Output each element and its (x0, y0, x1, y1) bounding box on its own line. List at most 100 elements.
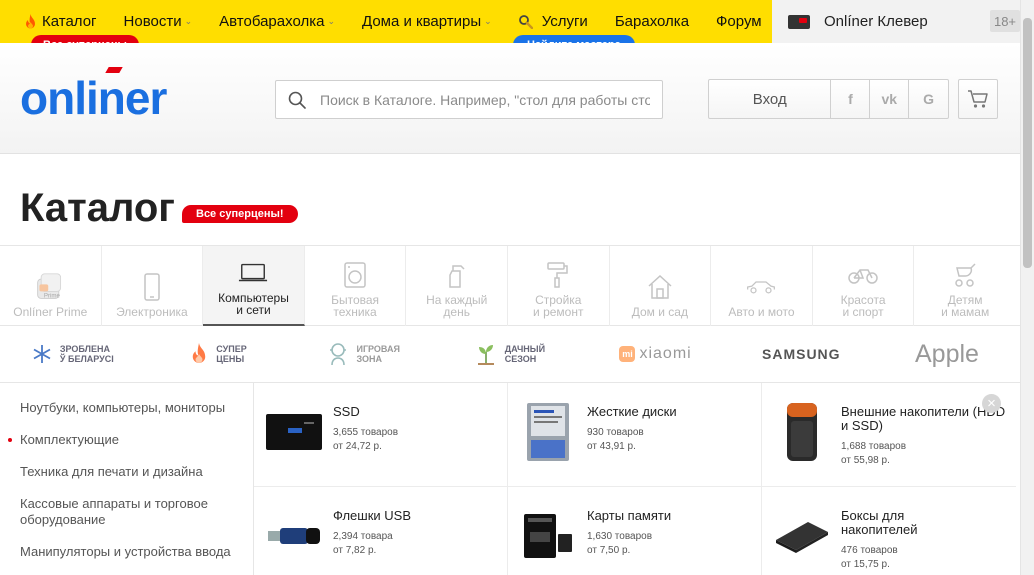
promo-text: Зроблена ў Беларусі (59, 344, 114, 364)
product-price: от 15,75 р. (841, 559, 890, 570)
promo-text: Игровая зона (356, 344, 400, 364)
memory-card-image (520, 505, 576, 567)
laptop-icon (238, 258, 268, 288)
tab-label: Onlíner Prime (13, 305, 88, 319)
sidebar: Ноутбуки, компьютеры, мониторы Комплекту… (0, 383, 254, 575)
gamer-icon (330, 343, 347, 366)
tab-label: Электроника (116, 305, 188, 319)
search-icon (288, 91, 306, 109)
onliner-logo[interactable]: onliner (20, 67, 167, 125)
promo-gaming-zone[interactable]: Игровая зона (291, 326, 437, 382)
samsung-logo: SAMSUNG (762, 346, 841, 362)
nav-news[interactable]: Новости ⌄ (124, 13, 193, 30)
washer-icon (340, 260, 370, 290)
wrench-icon (518, 14, 533, 29)
paint-roller-icon (543, 260, 573, 290)
external-drive-image (774, 401, 830, 463)
tab-label: Красота и спорт (840, 293, 886, 319)
tab-computers[interactable]: Компьютеры и сети (203, 246, 305, 326)
sidebar-item-printing[interactable]: Техника для печати и дизайна (20, 464, 240, 480)
google-icon[interactable]: G (909, 80, 948, 118)
nav-realty[interactable]: Дома и квартиры ⌄ (362, 13, 492, 30)
product-card-ssd[interactable]: SSD 3,655 товаров от 24,72 р. (254, 383, 508, 487)
tab-appliances[interactable]: Бытовая техника (305, 246, 407, 326)
promo-samsung[interactable]: SAMSUNG (728, 326, 874, 382)
sidebar-item-components[interactable]: Комплектующие (8, 432, 240, 448)
tab-label: Авто и мото (728, 305, 795, 319)
flame-icon (193, 342, 206, 363)
promo-super-prices[interactable]: Супер цены (146, 326, 292, 382)
page: Каталог Новости ⌄ Автобарахолка ⌄ Дома и… (0, 0, 1034, 575)
scrollbar-thumb[interactable] (1023, 18, 1032, 268)
tab-auto-moto[interactable]: Авто и мото (711, 246, 813, 326)
promo-text: Супер цены (216, 344, 247, 364)
cart-button[interactable] (958, 79, 998, 119)
auth-box: Вход f vk G (708, 79, 949, 119)
tab-everyday[interactable]: На каждый день (406, 246, 508, 326)
car-icon (746, 272, 776, 302)
promo-made-in-belarus[interactable]: Зроблена ў Беларусі (0, 326, 146, 382)
tab-construction[interactable]: Стройка и ремонт (508, 246, 610, 326)
product-count: 3,655 товаров (333, 427, 399, 438)
vk-icon[interactable]: vk (870, 80, 910, 118)
nav-catalog-label: Каталог (42, 13, 97, 30)
nav-catalog[interactable]: Каталог (24, 13, 97, 30)
sidebar-item-laptops[interactable]: Ноутбуки, компьютеры, мониторы (20, 400, 240, 416)
tab-beauty-sport[interactable]: Красота и спорт (813, 246, 915, 326)
product-card-usb-flash[interactable]: Флешки USB 2,394 товара от 7,82 р. (254, 487, 508, 575)
product-grid: SSD 3,655 товаров от 24,72 р. Жесткие ди… (254, 383, 1020, 575)
chevron-down-icon: ⌄ (184, 16, 193, 26)
title-superprice-badge[interactable]: Все суперцены! (182, 205, 298, 223)
spray-bottle-icon (442, 260, 472, 290)
facebook-icon[interactable]: f (831, 80, 871, 118)
search-box[interactable] (275, 80, 663, 119)
nav-baraholka[interactable]: Барахолка (615, 13, 689, 30)
tab-label: Дом и сад (631, 305, 688, 319)
product-card-memory-card[interactable]: Карты памяти 1,630 товаров от 7,50 р. (508, 487, 762, 575)
close-icon[interactable]: × (982, 394, 1001, 413)
tab-kids[interactable]: Детям и мамам (914, 246, 1016, 326)
flame-icon (26, 13, 35, 28)
svg-text:Prime: Prime (44, 293, 61, 300)
card-icon (788, 14, 810, 29)
sidebar-item-cash-registers[interactable]: Кассовые аппараты и торговое оборудовани… (20, 496, 240, 528)
promo-apple[interactable]: Apple (874, 326, 1020, 382)
tab-prime[interactable]: Prime Onlíner Prime (0, 246, 102, 326)
snowflake-icon (33, 345, 51, 363)
product-name: Флешки USB (333, 508, 411, 523)
nav-auto[interactable]: Автобарахолка ⌄ (219, 13, 335, 30)
login-button[interactable]: Вход (709, 80, 832, 118)
product-price: от 7,50 р. (587, 545, 631, 556)
product-name: Внешние накопители (HDD и SSD) (841, 404, 1006, 433)
house-icon (645, 272, 675, 302)
product-price: от 7,82 р. (333, 545, 377, 556)
nav-auto-label: Автобарахолка (219, 13, 325, 30)
sidebar-item-label: Комплектующие (20, 432, 119, 447)
nav-forum-label: Форум (716, 13, 762, 30)
tab-label: Детям и мамам (941, 293, 990, 319)
cart-icon (968, 90, 988, 108)
sidebar-item-input-devices[interactable]: Манипуляторы и устройства ввода (20, 544, 240, 560)
promo-strip: Зроблена ў Беларусі Супер цены Игровая з… (0, 326, 1020, 383)
phone-icon (137, 272, 167, 302)
age-badge: 18+ (990, 10, 1020, 32)
promo-text: xiaomi (639, 345, 692, 362)
promo-xiaomi[interactable]: mi xiaomi (583, 326, 729, 382)
promo-summer-season[interactable]: Дачный сезон (437, 326, 583, 382)
tab-label: Компьютеры и сети (218, 291, 289, 317)
product-card-drive-box[interactable]: Боксы для накопителей 476 товаров от 15,… (762, 487, 1016, 575)
tab-electronics[interactable]: Электроника (102, 246, 204, 326)
nav-services[interactable]: Услуги (518, 13, 588, 30)
tab-home-garden[interactable]: Дом и сад (610, 246, 712, 326)
clever-label: Onlíner Клевер (824, 13, 928, 30)
bicycle-icon (848, 260, 878, 290)
search-input[interactable] (320, 91, 650, 108)
nav-forum[interactable]: Форум (716, 13, 762, 30)
header: onliner Вход f vk G (0, 43, 1020, 154)
hdd-image (520, 401, 576, 463)
product-card-external-drive[interactable]: Внешние накопители (HDD и SSD) 1,688 тов… (762, 383, 1016, 487)
clever-panel[interactable]: Onlíner Клевер 18+ (772, 0, 1020, 43)
page-scrollbar[interactable] (1020, 0, 1034, 575)
product-card-hdd[interactable]: Жесткие диски 930 товаров от 43,91 р. (508, 383, 762, 487)
tab-label: На каждый день (426, 293, 488, 319)
